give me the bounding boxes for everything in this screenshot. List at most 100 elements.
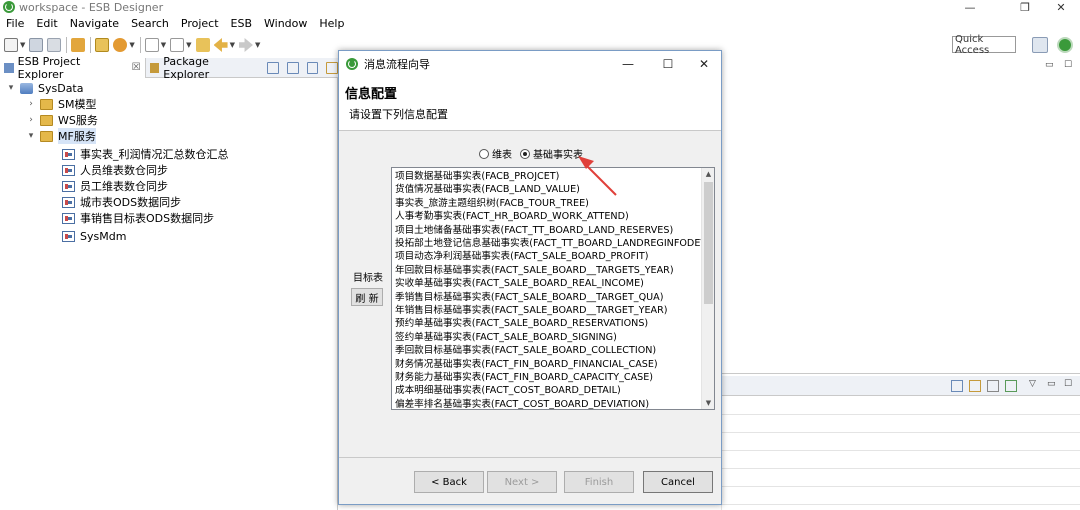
- list-item[interactable]: 实收单基础事实表(FACT_SALE_BOARD_REAL_INCOME): [395, 277, 701, 290]
- dropdown-arrow-icon[interactable]: ▼: [20, 41, 25, 49]
- target-table-list[interactable]: 项目数据基础事实表(FACB_PROJCET) 货值情况基础事实表(FACB_LA…: [391, 167, 715, 410]
- list-item[interactable]: 财务能力基础事实表(FACT_FIN_BOARD_CAPACITY_CASE): [395, 371, 701, 384]
- list-item[interactable]: 事实表_旅游主题组织树(FACB_TOUR_TREE): [395, 197, 701, 210]
- list-item[interactable]: 财务情况基础事实表(FACT_FIN_BOARD_FINANCIAL_CASE): [395, 358, 701, 371]
- scroll-thumb[interactable]: [704, 182, 713, 304]
- refresh-button[interactable]: 刷 新: [351, 288, 383, 306]
- scroll-up-icon[interactable]: ▲: [702, 168, 714, 180]
- open-folder-icon[interactable]: [95, 38, 110, 52]
- close-icon[interactable]: ☒: [132, 62, 141, 73]
- back-arrow-icon[interactable]: [213, 38, 228, 52]
- close-button[interactable]: ✕: [1046, 0, 1076, 14]
- prev-annotation-icon[interactable]: [170, 38, 185, 52]
- menu-edit[interactable]: Edit: [30, 17, 63, 30]
- tree-node-flow[interactable]: 事销售目标表ODS数据同步: [62, 210, 214, 226]
- menu-project[interactable]: Project: [175, 17, 225, 30]
- dropdown-arrow-icon[interactable]: ▼: [129, 41, 134, 49]
- expand-toggle-icon[interactable]: ›: [26, 99, 36, 109]
- list-scrollbar[interactable]: ▲ ▼: [701, 168, 714, 409]
- cancel-button[interactable]: Cancel: [643, 471, 713, 493]
- view-tool-icon[interactable]: [987, 380, 999, 392]
- tab-esb-project-explorer[interactable]: ESB Project Explorer ☒: [0, 55, 146, 81]
- save-all-icon[interactable]: [47, 38, 62, 52]
- dialog-maximize-button[interactable]: ☐: [659, 56, 677, 72]
- open-perspective-icon[interactable]: [1032, 37, 1048, 53]
- scroll-down-icon[interactable]: ▼: [702, 397, 714, 409]
- forward-arrow-icon[interactable]: [238, 38, 253, 52]
- package-icon: [149, 62, 160, 73]
- list-item[interactable]: 季销售目标基础事实表(FACT_SALE_BOARD__TARGET_QUA): [395, 291, 701, 304]
- list-item[interactable]: 投拓部土地登记信息基础事实表(FACT_TT_BOARD_LANDREGINFO…: [395, 237, 701, 250]
- finish-button[interactable]: Finish: [564, 471, 634, 493]
- dropdown-arrow-icon[interactable]: ▼: [255, 41, 260, 49]
- list-item[interactable]: 年回款目标基础事实表(FACT_SALE_BOARD__TARGETS_YEAR…: [395, 264, 701, 277]
- tree-node-flow[interactable]: 事实表_利润情况汇总数仓汇总: [62, 146, 229, 162]
- filter-icon[interactable]: [326, 61, 339, 74]
- expand-toggle-icon[interactable]: ▾: [6, 83, 16, 93]
- tree-node-flow[interactable]: SysMdm: [62, 228, 126, 244]
- list-item[interactable]: 项目动态净利润基础事实表(FACT_SALE_BOARD_PROFIT): [395, 250, 701, 263]
- dialog-minimize-button[interactable]: —: [619, 56, 637, 72]
- tab-package-explorer[interactable]: Package Explorer: [146, 55, 260, 81]
- tree-node-flow[interactable]: 城市表ODS数据同步: [62, 194, 181, 210]
- list-item[interactable]: 偏差率排名基础事实表(FACT_COST_BOARD_DEVIATION): [395, 398, 701, 409]
- tree-node-sm[interactable]: › SM模型: [26, 96, 96, 112]
- expand-toggle-icon[interactable]: ▾: [26, 131, 36, 141]
- next-button[interactable]: Next >: [487, 471, 557, 493]
- dropdown-arrow-icon[interactable]: ▼: [230, 41, 235, 49]
- tree-node-mf[interactable]: ▾ MF服务: [26, 128, 96, 144]
- tree-node-flow[interactable]: 员工维表数仓同步: [62, 178, 168, 194]
- radio-fact-table[interactable]: [520, 148, 530, 159]
- new-icon[interactable]: [4, 38, 18, 52]
- table-type-radio-group: 维表 基础事实表: [479, 146, 591, 161]
- list-item[interactable]: 季回款目标基础事实表(FACT_SALE_BOARD_COLLECTION): [395, 344, 701, 357]
- dropdown-arrow-icon[interactable]: ▼: [161, 41, 166, 49]
- list-item[interactable]: 项目数据基础事实表(FACB_PROJCET): [395, 170, 701, 183]
- radio-label[interactable]: 维表: [492, 146, 512, 161]
- quick-access-input[interactable]: Quick Access: [952, 34, 1016, 56]
- view-menu-icon[interactable]: ▽: [1029, 379, 1036, 389]
- tree-node-flow[interactable]: 人员维表数仓同步: [62, 162, 168, 178]
- tree-node-label: 员工维表数仓同步: [80, 180, 168, 193]
- tree-node-label: 城市表ODS数据同步: [80, 196, 182, 209]
- list-item[interactable]: 人事考勤事实表(FACT_HR_BOARD_WORK_ATTEND): [395, 210, 701, 223]
- run-tool-icon[interactable]: [113, 38, 128, 52]
- build-icon[interactable]: [71, 38, 86, 52]
- list-item[interactable]: 预约单基础事实表(FACT_SALE_BOARD_RESERVATIONS): [395, 317, 701, 330]
- minimize-view-icon[interactable]: ▭: [1045, 60, 1054, 70]
- list-item[interactable]: 货值情况基础事实表(FACB_LAND_VALUE): [395, 183, 701, 196]
- menu-window[interactable]: Window: [258, 17, 313, 30]
- radio-label[interactable]: 基础事实表: [533, 146, 583, 161]
- collapse-all-icon[interactable]: [306, 61, 319, 74]
- esb-perspective-icon[interactable]: [1057, 37, 1073, 53]
- radio-dimension-table[interactable]: [479, 148, 489, 159]
- tree-node-sysdata[interactable]: ▾ SysData: [6, 80, 84, 96]
- maximize-view-icon[interactable]: ☐: [1064, 379, 1072, 389]
- view-tool-icon[interactable]: [969, 380, 981, 392]
- list-item[interactable]: 成本明细基础事实表(FACT_COST_BOARD_DETAIL): [395, 384, 701, 397]
- menu-navigate[interactable]: Navigate: [64, 17, 125, 30]
- dialog-close-button[interactable]: ✕: [695, 56, 713, 72]
- view-tool-icon[interactable]: [1005, 380, 1017, 392]
- dropdown-arrow-icon[interactable]: ▼: [186, 41, 191, 49]
- maximize-view-icon[interactable]: ☐: [1064, 60, 1072, 70]
- save-icon[interactable]: [29, 38, 44, 52]
- restore-button[interactable]: ❐: [1010, 0, 1040, 14]
- minimize-button[interactable]: —: [955, 0, 985, 14]
- next-annotation-icon[interactable]: [144, 38, 159, 52]
- list-item[interactable]: 签约单基础事实表(FACT_SALE_BOARD_SIGNING): [395, 331, 701, 344]
- menu-help[interactable]: Help: [313, 17, 350, 30]
- sync-icon[interactable]: [267, 61, 279, 74]
- list-item[interactable]: 年销售目标基础事实表(FACT_SALE_BOARD__TARGET_YEAR): [395, 304, 701, 317]
- minimize-view-icon[interactable]: ▭: [1047, 379, 1056, 389]
- menu-search[interactable]: Search: [125, 17, 175, 30]
- link-editor-icon[interactable]: [286, 61, 299, 74]
- list-item[interactable]: 项目土地储备基础事实表(FACT_TT_BOARD_LAND_RESERVES): [395, 224, 701, 237]
- view-tool-icon[interactable]: [951, 380, 963, 392]
- expand-toggle-icon[interactable]: ›: [26, 115, 36, 125]
- menu-esb[interactable]: ESB: [225, 17, 258, 30]
- menu-file[interactable]: File: [0, 17, 30, 30]
- back-button[interactable]: < Back: [414, 471, 484, 493]
- last-edit-icon[interactable]: [195, 38, 210, 52]
- tree-node-ws[interactable]: › WS服务: [26, 112, 98, 128]
